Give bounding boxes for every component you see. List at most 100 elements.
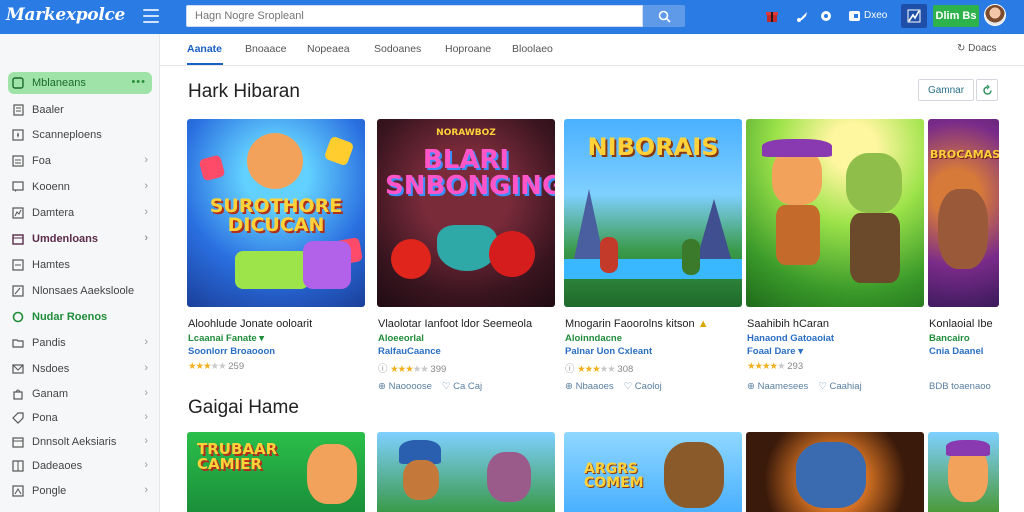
- game-title: Aloohlude Jonate ooloarit: [188, 318, 313, 330]
- rocket-icon[interactable]: [794, 8, 810, 24]
- game-card[interactable]: NIBORAIS Mnogarin Faoorolns kitson ▲ Alo…: [564, 119, 742, 401]
- sidebar-item-damtera[interactable]: Damtera ›: [8, 202, 152, 224]
- sidebar-item-pona[interactable]: Pona ›: [8, 407, 152, 429]
- sidebar-item-nudar-roenos[interactable]: Nudar Roenos: [8, 306, 152, 328]
- sidebar-item-scanneploens[interactable]: Scanneploens: [8, 124, 152, 146]
- tab-bloolaeo[interactable]: Bloolaeo: [512, 43, 553, 55]
- like-button[interactable]: ♡ Caahiaj: [818, 381, 861, 392]
- sidebar-item-games[interactable]: Mblaneans •••: [8, 72, 152, 94]
- gamepad-icon: [11, 76, 25, 90]
- tab-sodoanes[interactable]: Sodoanes: [374, 43, 421, 55]
- avatar[interactable]: [984, 4, 1006, 26]
- sidebar-item-nsdoes[interactable]: Nsdoes ›: [8, 358, 152, 380]
- game-rating: ⓘ ★★★★★ 308: [565, 364, 634, 375]
- like-button[interactable]: ♡ Ca Caj: [442, 381, 482, 392]
- sidebar-item-dnnsolt[interactable]: Dnnsolt Aeksiaris ›: [8, 431, 152, 453]
- tab-nopeaea[interactable]: Nopeaea: [307, 43, 350, 55]
- game-card[interactable]: SUROTHORE DICUCAN Aloohlude Jonate ooloa…: [187, 119, 365, 401]
- review-count[interactable]: BDB toaenaoo: [929, 381, 991, 392]
- sidebar-item-ganam[interactable]: Ganam ›: [8, 383, 152, 405]
- sidebar-item-pandis[interactable]: Pandis ›: [8, 332, 152, 354]
- chevron-right-icon: ›: [144, 411, 148, 423]
- wishlist-button[interactable]: ⊕ Naamesees: [747, 381, 808, 392]
- game-card[interactable]: [746, 432, 924, 512]
- sidebar-item-label: Dadeaoes: [32, 460, 83, 472]
- wishlist-button[interactable]: ⊕ Naoooose: [378, 381, 432, 392]
- tab-hoproane[interactable]: Hoproane: [445, 43, 491, 55]
- star-rating-icon: ★★★★★: [390, 364, 429, 375]
- more-icon[interactable]: •••: [131, 76, 146, 88]
- star-icon: [11, 128, 25, 142]
- game-card[interactable]: NORAWBOZ BLARI SNBONGING Vlaolotar Ianfo…: [377, 119, 555, 401]
- sidebar-item-nlonsaes[interactable]: Nlonsaes Aaeksloole: [8, 280, 152, 302]
- menu-icon[interactable]: [143, 9, 159, 23]
- grid-icon: [11, 459, 25, 473]
- gift-icon[interactable]: [764, 8, 780, 24]
- sidebar-item-pongle[interactable]: Pongle ›: [8, 480, 152, 502]
- game-card[interactable]: [928, 432, 999, 512]
- game-card[interactable]: [377, 432, 555, 512]
- game-thumbnail: NIBORAIS: [564, 119, 742, 307]
- thumbnail-text: BROCAMAS: [930, 148, 999, 161]
- chevron-right-icon: ›: [144, 206, 148, 218]
- game-rating: ★★★★★ 259: [188, 361, 245, 372]
- chevron-right-icon: ›: [144, 180, 148, 192]
- star-rating-icon: ★★★★★: [188, 361, 227, 372]
- game-card[interactable]: TRUBAAR CAMIER: [187, 432, 365, 512]
- game-title: Mnogarin Faoorolns kitson ▲: [565, 318, 709, 330]
- document-icon: [11, 103, 25, 117]
- game-developer: Aloinndacne: [565, 333, 623, 344]
- game-card[interactable]: BROCAMAS Konlaoial Ibe Bancairo Cnia Daa…: [928, 119, 999, 401]
- game-tag: Foaal Dare ▾: [747, 346, 803, 357]
- refresh-button[interactable]: [976, 79, 998, 101]
- tab-bnoaace[interactable]: Bnoaace: [245, 43, 286, 55]
- see-all-button[interactable]: Gamnar: [918, 79, 974, 101]
- info-icon: ⓘ: [565, 364, 575, 375]
- tab-bar: Aanate Bnoaace Nopeaea Sodoanes Hoproane…: [160, 34, 1024, 66]
- sidebar-item-label: Pongle: [32, 485, 67, 497]
- wallet-icon[interactable]: [846, 8, 862, 24]
- sidebar-item-label: Umdenloans: [32, 233, 99, 245]
- thumbnail-text: ARGRS COMEM: [584, 461, 644, 491]
- thumbnail-text: SUROTHORE DICUCAN: [209, 195, 343, 236]
- refresh-icon: ↻: [957, 43, 969, 54]
- coins-label[interactable]: Dxeo: [864, 10, 887, 21]
- game-thumbnail: NORAWBOZ BLARI SNBONGING: [377, 119, 555, 307]
- tab-aanate[interactable]: Aanate: [187, 43, 222, 55]
- sidebar-item-foa[interactable]: Foa ›: [8, 150, 152, 172]
- game-developer: Bancairo: [929, 333, 970, 344]
- sidebar-item-umdenloans[interactable]: Umdenloans ›: [8, 228, 152, 250]
- sidebar-item-hamtes[interactable]: Hamtes: [8, 254, 152, 276]
- wishlist-button[interactable]: ⊕ Nbaaoes: [565, 381, 614, 392]
- app-logo[interactable]: Markexpolce: [6, 5, 125, 25]
- sidebar-item-kooenn[interactable]: Kooenn ›: [8, 176, 152, 198]
- calendar-icon: [11, 232, 25, 246]
- game-actions: ⊕ Naoooose ♡ Ca Caj: [378, 381, 482, 392]
- sidebar-item-label: Damtera: [32, 207, 75, 219]
- game-thumbnail: BROCAMAS: [928, 119, 999, 307]
- sidebar-item-label: Hamtes: [32, 259, 70, 271]
- sidebar-item-label: Baaler: [32, 104, 64, 116]
- calendar-icon: [11, 435, 25, 449]
- chevron-right-icon: ›: [144, 387, 148, 399]
- search-input[interactable]: [186, 5, 643, 27]
- sidebar-item-dadeaoes[interactable]: Dadeaoes ›: [8, 455, 152, 477]
- section-title: Hark Hibaran: [188, 81, 300, 102]
- game-card[interactable]: ARGRS COMEM: [564, 432, 742, 512]
- game-actions: ⊕ Nbaaoes ♡ Caoloj: [565, 381, 662, 392]
- game-card[interactable]: Saahibih hCaran Hanaond Gatoaoiat Foaal …: [746, 119, 924, 401]
- signin-button[interactable]: Dlim Bs: [933, 5, 979, 27]
- sidebar-item-label: Nlonsaes Aaeksloole: [32, 285, 135, 297]
- sidebar: Mblaneans ••• Baaler Scanneploens Foa › …: [0, 34, 160, 512]
- sidebar-item-baaler[interactable]: Baaler: [8, 99, 152, 121]
- chat-icon: [11, 180, 25, 194]
- docs-link[interactable]: ↻ Doacs: [957, 43, 997, 54]
- thumbnail-subtext: NORAWBOZ: [436, 128, 496, 138]
- like-button[interactable]: ♡ Caoloj: [624, 381, 662, 392]
- settings-icon[interactable]: [818, 8, 834, 24]
- apps-button[interactable]: [901, 4, 927, 28]
- sidebar-item-label: Dnnsolt Aeksiaris: [32, 436, 117, 448]
- game-title: Konlaoial Ibe: [929, 318, 993, 330]
- search-button[interactable]: [643, 5, 685, 27]
- game-tag: Soonlorr Broaooon: [188, 346, 276, 357]
